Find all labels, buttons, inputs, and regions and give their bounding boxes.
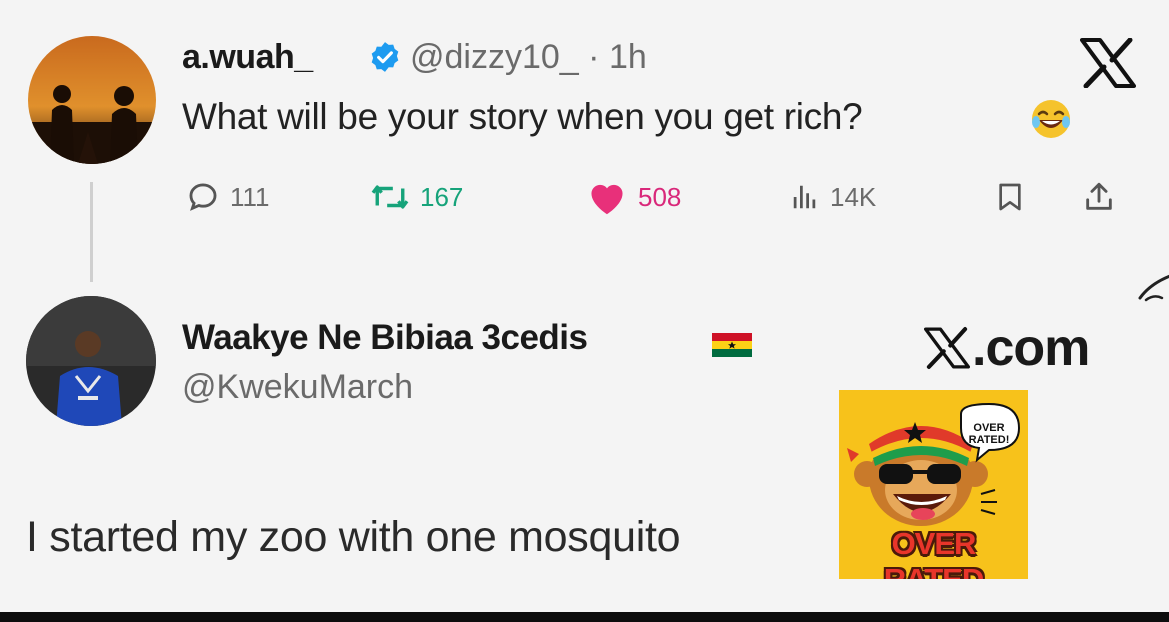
ghana-flag-icon bbox=[712, 333, 752, 357]
x-logo-icon[interactable] bbox=[1080, 38, 1136, 88]
reply-count: 111 bbox=[230, 181, 270, 212]
repost-button[interactable]: 167 bbox=[370, 172, 463, 222]
like-count: 508 bbox=[638, 181, 682, 212]
reply-text: I started my zoo with one mosquito bbox=[26, 513, 681, 561]
heart-icon bbox=[591, 184, 623, 215]
tweet-text: What will be your story when you get ric… bbox=[182, 96, 863, 137]
x-com-watermark: .com bbox=[924, 318, 1090, 378]
reply-bubble-icon bbox=[189, 183, 217, 211]
author-name[interactable]: a.wuah_ bbox=[182, 38, 313, 77]
overrated-sticker: OVER RATED! OVER RATED bbox=[839, 390, 1028, 579]
views-button[interactable]: 14K bbox=[790, 172, 876, 222]
author-handle[interactable]: @dizzy10_ bbox=[410, 38, 579, 76]
sticker-label: OVER RATED bbox=[884, 526, 984, 579]
reply-author-handle[interactable]: @KwekuMarch bbox=[182, 368, 413, 407]
views-count: 14K bbox=[830, 181, 877, 212]
watermark-domain: .com bbox=[972, 319, 1090, 377]
share-icon bbox=[1086, 182, 1112, 210]
reply-button[interactable]: 111 bbox=[186, 172, 270, 222]
tweet-time[interactable]: 1h bbox=[609, 38, 647, 76]
share-button[interactable] bbox=[1082, 172, 1116, 222]
meta-separator: · bbox=[588, 38, 600, 76]
author-avatar[interactable] bbox=[28, 36, 156, 164]
pen-mark-icon bbox=[1138, 274, 1169, 302]
sticker-bubble-text: OVER RATED! bbox=[968, 422, 1010, 446]
x-logo-icon bbox=[924, 327, 970, 369]
reply-author-name[interactable]: Waakye Ne Bibiaa 3cedis bbox=[182, 318, 588, 358]
bookmark-button[interactable] bbox=[994, 172, 1026, 222]
rolling-on-floor-laughing-icon bbox=[1032, 100, 1070, 138]
verified-badge-icon bbox=[371, 42, 399, 72]
author-handle-meta: @dizzy10_ · 1h bbox=[410, 38, 647, 77]
reply-author-avatar[interactable] bbox=[26, 296, 156, 426]
tweet-screenshot-card: a.wuah_ @dizzy10_ · 1h What will be your… bbox=[0, 0, 1169, 612]
repost-icon bbox=[371, 185, 409, 209]
bottom-black-strip bbox=[0, 612, 1169, 622]
thread-connector-line bbox=[90, 182, 93, 282]
bookmark-icon bbox=[999, 183, 1021, 211]
views-chart-icon bbox=[793, 185, 816, 209]
like-button[interactable]: 508 bbox=[586, 172, 681, 222]
repost-count: 167 bbox=[420, 181, 464, 212]
